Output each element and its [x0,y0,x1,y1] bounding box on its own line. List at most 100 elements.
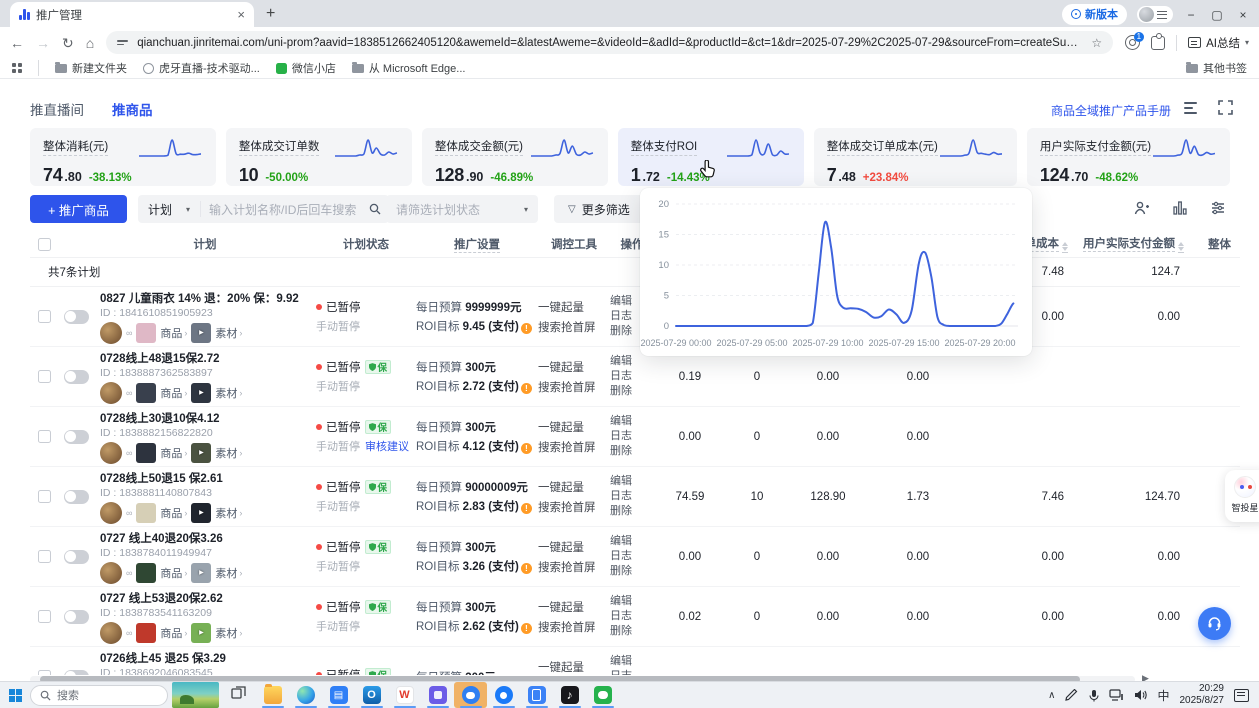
profile-chip[interactable] [1137,6,1173,23]
ai-summary-button[interactable]: AI总结▾ [1188,35,1249,51]
layout-settings-icon[interactable] [1183,100,1198,115]
row-checkbox[interactable] [38,490,51,503]
bookmark-item[interactable]: 虎牙直播-技术驱动... [143,60,260,76]
plan-enable-toggle[interactable] [64,490,89,504]
custom-metrics-icon[interactable] [1134,200,1150,216]
taskbar-app-wps[interactable]: W [388,682,421,708]
tray-expand-icon[interactable]: ∧ [1048,690,1055,701]
bookmark-item[interactable]: 微信小店 [276,60,336,76]
tool-link[interactable]: 搜索抢首屏 [538,499,610,515]
tab-promote-product[interactable]: 推商品 [112,99,153,119]
plan-search-input[interactable]: 输入计划名称/ID后回车搜索 [201,201,389,218]
header-metric-overflow[interactable]: 整体 [1194,236,1240,252]
tool-link[interactable]: 搜索抢首屏 [538,319,610,335]
promote-product-button[interactable]: + 推广商品 [30,195,127,223]
row-checkbox[interactable] [38,670,51,675]
taskbar-app-tiktok[interactable]: ♪ [553,682,586,708]
network-icon[interactable] [1109,689,1124,701]
header-tools[interactable]: 调控工具 [538,236,610,252]
header-status[interactable]: 计划状态 [316,236,416,252]
stat-card-2[interactable]: 整体成交金额(元)128.90-46.89% [422,128,608,186]
tool-link[interactable]: 一键起量 [538,359,610,375]
stat-card-3[interactable]: 整体支付ROI1.72-14.43% [618,128,804,186]
taskbar-app-chat-app[interactable] [454,682,487,708]
stat-card-1[interactable]: 整体成交订单数10-50.00% [226,128,412,186]
header-plan[interactable]: 计划 [94,236,316,252]
product-thumbnail[interactable] [136,383,156,403]
action-link[interactable]: 删除 [610,384,654,399]
tool-link[interactable]: 一键起量 [538,299,610,315]
product-thumbnail[interactable] [136,623,156,643]
ime-indicator[interactable]: 中 [1157,687,1169,704]
plan-name[interactable]: 0728线上50退15 保2.61 [100,470,316,486]
material-link[interactable]: 素材 [215,505,237,521]
action-link[interactable]: 日志 [610,549,654,564]
plan-name[interactable]: 0728线上30退10保4.12 [100,410,316,426]
plan-enable-toggle[interactable] [64,430,89,444]
action-link[interactable]: 日志 [610,369,654,384]
window-restore-button[interactable]: ▢ [1209,8,1225,22]
row-checkbox[interactable] [38,610,51,623]
taskbar-app-wechat[interactable] [586,682,619,708]
row-checkbox[interactable] [38,370,51,383]
taskbar-app-outlook[interactable]: O [355,682,388,708]
plan-name[interactable]: 0728线上48退15保2.72 [100,350,316,366]
taskbar-app-mobile-app[interactable] [520,682,553,708]
action-link[interactable]: 删除 [610,444,654,459]
browser-tab[interactable]: 推广管理 × [10,2,254,27]
scroll-right-arrow-icon[interactable]: ▶ [1142,673,1149,681]
site-info-icon[interactable] [117,40,128,45]
tool-link[interactable]: 搜索抢首屏 [538,379,610,395]
select-all-checkbox[interactable] [38,238,51,251]
product-link[interactable]: 商品 [160,505,182,521]
help-button[interactable] [1198,607,1231,640]
sort-icon[interactable] [1062,242,1068,253]
other-bookmarks-button[interactable]: 其他书签 [1186,60,1247,76]
more-filters-button[interactable]: ▽更多筛选 [554,195,644,223]
action-link[interactable]: 日志 [610,609,654,624]
task-view-button[interactable] [231,686,246,704]
taskbar-app-blue-dot-app[interactable] [487,682,520,708]
home-button[interactable]: ⌂ [86,36,94,50]
plan-type-select[interactable]: 计划▾ [138,201,201,217]
product-thumbnail[interactable] [136,443,156,463]
row-checkbox[interactable] [38,430,51,443]
material-link[interactable]: 素材 [215,325,237,341]
product-link[interactable]: 商品 [160,445,182,461]
taskbar-clock[interactable]: 20:292025/8/27 [1180,683,1225,707]
tool-link[interactable]: 搜索抢首屏 [538,619,610,635]
column-settings-icon[interactable] [1210,200,1226,216]
taskbar-app-purple-app[interactable] [421,682,454,708]
speaker-icon[interactable] [1134,689,1147,701]
start-button[interactable] [0,689,30,702]
reload-button[interactable]: ↻ [62,36,74,50]
material-link[interactable]: 素材 [215,565,237,581]
weather-widget[interactable] [172,682,219,708]
plan-enable-toggle[interactable] [64,310,89,324]
taskbar-app-file-explorer[interactable] [256,682,289,708]
plan-status-select[interactable]: 请筛选计划状态▾ [386,195,538,223]
tool-link[interactable]: 一键起量 [538,599,610,615]
product-link[interactable]: 商品 [160,625,182,641]
taskbar-search[interactable]: 搜索 [30,685,168,706]
product-link[interactable]: 商品 [160,385,182,401]
material-thumbnail[interactable] [191,623,211,643]
forward-button[interactable]: → [36,36,50,50]
action-link[interactable]: 删除 [610,564,654,579]
tab-close-icon[interactable]: × [237,8,245,21]
action-link[interactable]: 日志 [610,429,654,444]
bookmark-item[interactable]: 新建文件夹 [55,60,127,76]
column-chart-icon[interactable] [1172,200,1188,216]
stat-card-4[interactable]: 整体成交订单成本(元)7.48+23.84% [814,128,1017,186]
material-thumbnail[interactable] [191,323,211,343]
stat-card-0[interactable]: 整体消耗(元)74.80-38.13% [30,128,216,186]
back-button[interactable]: ← [10,36,24,50]
header-settings[interactable]: 推广设置 [416,236,538,252]
material-link[interactable]: 素材 [215,445,237,461]
plan-name[interactable]: 0726线上45 退25 保3.29 [100,650,316,666]
tool-link[interactable]: 一键起量 [538,419,610,435]
tab-live-room[interactable]: 推直播间 [30,99,84,119]
bookmark-star-icon[interactable]: ☆ [1091,36,1102,50]
action-link[interactable]: 日志 [610,669,654,675]
material-thumbnail[interactable] [191,443,211,463]
